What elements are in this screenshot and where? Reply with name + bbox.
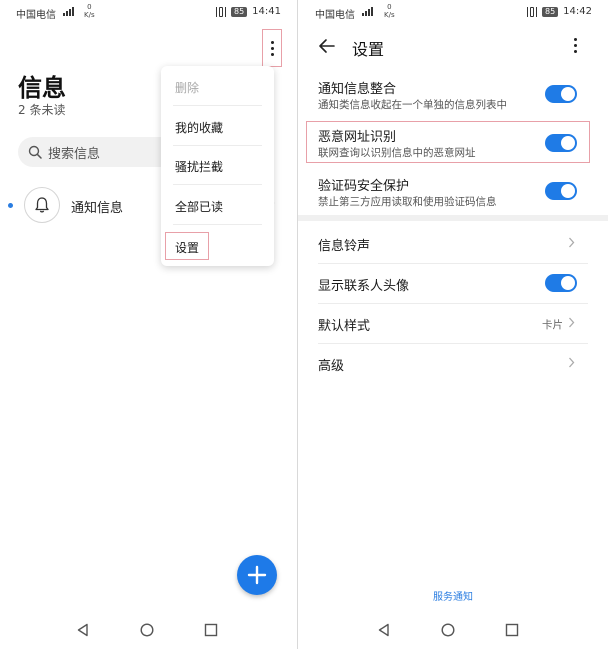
option-title: 高级 bbox=[318, 359, 345, 374]
toggle-switch[interactable] bbox=[545, 85, 577, 103]
network-speed: 0 K/s bbox=[384, 3, 395, 19]
section-divider bbox=[298, 215, 608, 221]
back-arrow-icon[interactable] bbox=[318, 37, 336, 55]
menu-item-delete[interactable]: 删除 bbox=[175, 79, 199, 96]
overflow-menu: 删除 我的收藏 骚扰拦截 全部已读 设置 bbox=[161, 66, 274, 266]
highlight-box bbox=[165, 232, 209, 260]
bell-icon bbox=[35, 197, 49, 213]
carrier-name: 中国电信 bbox=[315, 10, 355, 21]
setting-subtitle: 禁止第三方应用读取和使用验证码信息 bbox=[318, 196, 497, 208]
carrier-name: 中国电信 bbox=[16, 10, 56, 21]
status-bar: 中国电信 0 K/s 85 14:42 bbox=[298, 0, 608, 24]
home-nav-icon[interactable] bbox=[140, 623, 154, 637]
search-placeholder: 搜索信息 bbox=[48, 146, 101, 162]
battery-level: 85 bbox=[541, 6, 559, 17]
menu-divider bbox=[173, 184, 262, 185]
chevron-right-icon bbox=[569, 317, 575, 328]
setting-notification-merge[interactable]: 通知信息整合 通知类信息收起在一个单独的信息列表中 bbox=[298, 74, 608, 118]
speed-unit: K/s bbox=[384, 11, 395, 19]
speed-value: 0 bbox=[87, 3, 92, 11]
menu-divider bbox=[173, 145, 262, 146]
option-title: 默认样式 bbox=[318, 319, 371, 334]
battery-level: 85 bbox=[230, 6, 248, 17]
chevron-right-icon bbox=[569, 357, 575, 368]
setting-code-protection[interactable]: 验证码安全保护 禁止第三方应用读取和使用验证码信息 bbox=[298, 172, 608, 212]
more-options-button[interactable] bbox=[262, 29, 282, 67]
plus-icon bbox=[247, 565, 267, 585]
home-nav-icon[interactable] bbox=[441, 623, 455, 637]
highlight-box bbox=[306, 121, 590, 163]
setting-title: 验证码安全保护 bbox=[318, 179, 410, 194]
menu-divider bbox=[173, 224, 262, 225]
page-title: 设置 bbox=[352, 40, 385, 59]
messages-screen: 中国电信 0 K/s 85 14:41 信息 2 条未读 搜索信息 通知信息 删… bbox=[0, 0, 297, 649]
settings-screen: 中国电信 0 K/s 85 14:42 设置 通知信息整合 通知类信息收起在一个… bbox=[298, 0, 608, 649]
status-right: 85 14:42 bbox=[526, 6, 592, 17]
nav-bar bbox=[298, 617, 608, 645]
page-title: 信息 bbox=[18, 74, 66, 102]
nav-bar bbox=[0, 617, 297, 645]
speed-unit: K/s bbox=[84, 11, 95, 19]
app-bar: 设置 bbox=[298, 28, 608, 64]
clock: 14:41 bbox=[252, 6, 281, 17]
unread-count: 2 条未读 bbox=[18, 103, 66, 117]
option-default-style[interactable]: 默认样式 卡片 bbox=[298, 303, 608, 343]
option-advanced[interactable]: 高级 bbox=[298, 343, 608, 383]
clock: 14:42 bbox=[563, 6, 592, 17]
speed-value: 0 bbox=[387, 3, 392, 11]
unread-dot bbox=[8, 203, 13, 208]
signal-icon bbox=[63, 4, 74, 16]
new-message-button[interactable] bbox=[237, 555, 277, 595]
setting-subtitle: 通知类信息收起在一个单独的信息列表中 bbox=[318, 99, 507, 111]
recents-nav-icon[interactable] bbox=[204, 623, 218, 637]
setting-title: 通知信息整合 bbox=[318, 82, 397, 97]
option-ringtone[interactable]: 信息铃声 bbox=[298, 223, 608, 263]
menu-item-mark-all-read[interactable]: 全部已读 bbox=[175, 198, 223, 215]
more-vert-icon bbox=[270, 40, 274, 56]
more-vert-icon[interactable] bbox=[574, 38, 577, 53]
conversation-name: 通知信息 bbox=[71, 201, 124, 216]
back-nav-icon[interactable] bbox=[377, 623, 391, 637]
chevron-right-icon bbox=[569, 237, 575, 248]
service-notification-link[interactable]: 服务通知 bbox=[298, 588, 608, 603]
option-title: 显示联系人头像 bbox=[318, 279, 410, 294]
signal-icon bbox=[362, 4, 373, 16]
toggle-switch[interactable] bbox=[545, 274, 577, 292]
menu-item-spam-block[interactable]: 骚扰拦截 bbox=[175, 158, 223, 175]
avatar bbox=[24, 187, 60, 223]
vibrate-icon bbox=[215, 6, 226, 17]
recents-nav-icon[interactable] bbox=[505, 623, 519, 637]
status-bar: 中国电信 0 K/s 85 14:41 bbox=[0, 0, 297, 24]
menu-divider bbox=[173, 105, 262, 106]
option-value: 卡片 bbox=[542, 319, 563, 331]
status-right: 85 14:41 bbox=[215, 6, 281, 17]
option-contact-avatar[interactable]: 显示联系人头像 bbox=[298, 263, 608, 303]
back-nav-icon[interactable] bbox=[76, 623, 90, 637]
option-title: 信息铃声 bbox=[318, 239, 371, 254]
network-speed: 0 K/s bbox=[84, 3, 95, 19]
menu-item-favorites[interactable]: 我的收藏 bbox=[175, 119, 223, 136]
toggle-switch[interactable] bbox=[545, 182, 577, 200]
vibrate-icon bbox=[526, 6, 537, 17]
search-icon bbox=[28, 145, 42, 159]
